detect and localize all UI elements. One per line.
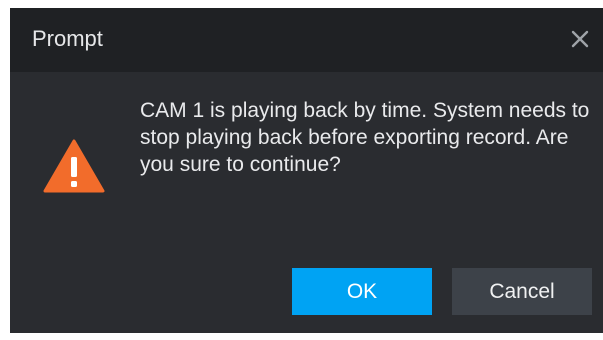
close-icon — [571, 30, 589, 48]
prompt-dialog: Prompt CAM 1 is playing back by time. Sy… — [10, 8, 603, 333]
close-button[interactable] — [563, 22, 597, 56]
dialog-titlebar: Prompt — [10, 8, 603, 72]
dialog-title: Prompt — [32, 26, 103, 51]
dialog-message: CAM 1 is playing back by time. System ne… — [140, 99, 590, 176]
page: Prompt CAM 1 is playing back by time. Sy… — [0, 0, 603, 340]
cancel-button[interactable]: Cancel — [452, 268, 592, 315]
ok-button[interactable]: OK — [292, 268, 432, 315]
warning-icon — [43, 139, 105, 193]
